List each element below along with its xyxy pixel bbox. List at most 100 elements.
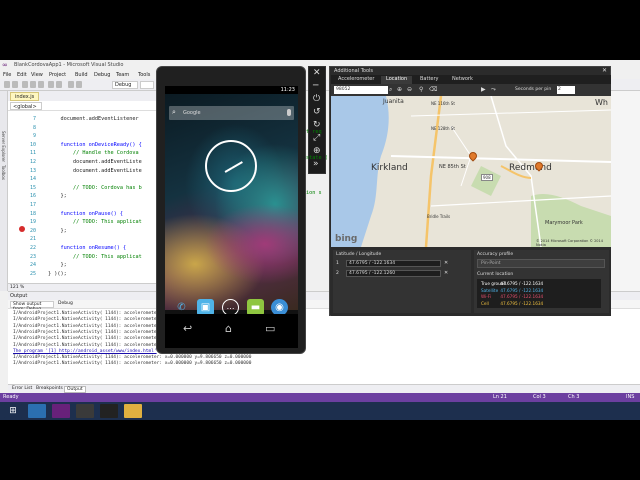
windows-taskbar: ⊞: [0, 402, 640, 420]
line-number: 22: [29, 245, 36, 251]
location-source: Cell: [481, 300, 489, 306]
stop-icon[interactable]: [76, 81, 82, 88]
pin-number: 1: [336, 261, 339, 266]
close-icon[interactable]: ✕: [602, 67, 607, 74]
tab-battery[interactable]: Battery: [415, 76, 444, 84]
code-line-fragment: t req: [306, 129, 322, 135]
tab-accelerometer[interactable]: Accelerometer: [333, 76, 379, 84]
cmd-icon[interactable]: [100, 404, 118, 418]
line-number: 21: [29, 236, 36, 243]
output-source-dropdown[interactable]: Show output from: Debug: [10, 301, 54, 312]
emulator-screen[interactable]: 11:23 ⌕ Google ✆ ▣ ⋯ ▬ ◉ ↩ ⌂ ▭: [165, 86, 298, 348]
pin-coordinates[interactable]: 47.6795 / -122.1260: [346, 270, 441, 277]
platform-dropdown[interactable]: [140, 81, 154, 89]
menu-item-view[interactable]: View: [31, 72, 43, 78]
more-tools-icon[interactable]: »: [313, 160, 319, 169]
analog-clock-widget[interactable]: [205, 140, 257, 192]
play-icon[interactable]: ▶: [481, 86, 486, 93]
accuracy-profile-dropdown[interactable]: Pin-Point: [477, 259, 605, 268]
clear-pins-icon[interactable]: ⌫: [429, 86, 437, 93]
doc-tab-index-js[interactable]: index.js: [10, 92, 40, 101]
search-icon[interactable]: ⌕: [389, 86, 392, 94]
remove-pin-icon[interactable]: ✕: [444, 260, 448, 266]
line-number: 10: [29, 141, 36, 148]
config-dropdown[interactable]: Debug: [112, 81, 138, 89]
map-view[interactable]: Juanita NE 116th St Kirkland NE 85th St …: [331, 96, 611, 247]
location-search-input[interactable]: 98052: [334, 86, 388, 94]
pin-coordinates[interactable]: 47.6795 / -122.1634: [346, 260, 441, 267]
zoom-out-icon[interactable]: ⊖: [407, 86, 412, 93]
code-line: document.addEventListe: [48, 167, 142, 174]
minimize-icon[interactable]: ─: [313, 82, 318, 91]
menu-item-tools[interactable]: Tools: [138, 72, 150, 78]
continue-icon[interactable]: [68, 81, 74, 88]
code-editor[interactable]: 7 8 9 10 11 12 13 14 15 16 17 18 19 20 21 22 23 24 25 docu…: [8, 111, 158, 283]
fit-screen-icon[interactable]: ⤢: [313, 134, 320, 143]
close-icon[interactable]: ✕: [313, 69, 321, 78]
map-label: Redmond: [509, 163, 552, 173]
location-value: 47.6795 / -122.1634: [499, 300, 544, 306]
recents-key-icon[interactable]: ▭: [265, 322, 275, 335]
emulator-icon[interactable]: [76, 404, 94, 418]
tab-error-list[interactable]: Error List: [10, 386, 34, 391]
pins-panel: Latitude / Longitude 1 47.6795 / -122.163…: [333, 250, 471, 313]
forward-icon[interactable]: [12, 81, 18, 88]
back-icon[interactable]: [4, 81, 10, 88]
tab-network[interactable]: Network: [447, 76, 478, 84]
accuracy-header: Accuracy profile: [477, 252, 514, 257]
line-number: 25: [29, 270, 36, 277]
code-line-fragment: state (: [306, 155, 328, 161]
wallpaper: ⌕ Google ✆ ▣ ⋯ ▬ ◉: [165, 94, 298, 316]
menu-item-build[interactable]: Build: [75, 72, 88, 78]
menu-item-debug[interactable]: Debug: [94, 72, 110, 78]
tab-location[interactable]: Location: [381, 76, 413, 84]
explorer-icon[interactable]: [124, 404, 142, 418]
output-link[interactable]: The program '[1] http://android_asset/ww…: [13, 349, 157, 354]
rotate-left-icon[interactable]: ↺: [313, 108, 321, 117]
location-toolbar: 98052 ⌕ ⊕ ⊖ ⚲ ⌫ ▶ ⤳ Seconds per pin 2: [331, 84, 611, 96]
visual-studio-icon[interactable]: [52, 404, 70, 418]
remove-pin-icon[interactable]: ✕: [444, 270, 448, 276]
document-tabs: index.js: [8, 91, 158, 101]
zoom-level[interactable]: 121 %: [10, 285, 24, 290]
code-line: document.addEventListener: [48, 116, 139, 122]
power-icon[interactable]: ⏻: [313, 95, 320, 104]
menu-item-edit[interactable]: Edit: [17, 72, 27, 78]
back-key-icon[interactable]: ↩: [183, 322, 192, 335]
code-line: };: [48, 193, 67, 200]
open-file-icon[interactable]: [30, 81, 36, 88]
undo-icon[interactable]: [48, 81, 54, 88]
breakpoint-icon[interactable]: [19, 226, 25, 232]
map-label: 908: [481, 174, 493, 181]
android-nav-bar: ↩ ⌂ ▭: [165, 314, 298, 348]
microphone-icon[interactable]: [287, 109, 291, 116]
menu-item-file[interactable]: File: [3, 72, 11, 78]
seconds-per-pin-input[interactable]: 2: [557, 86, 575, 94]
route-icon[interactable]: ⤳: [491, 86, 496, 94]
menu-item-project[interactable]: Project: [49, 72, 66, 78]
map-label: Kirkland: [371, 163, 408, 173]
start-icon[interactable]: ⊞: [4, 404, 22, 418]
new-project-icon[interactable]: [22, 81, 28, 88]
map-label: NE 116th St: [431, 101, 455, 106]
code-line: function onDeviceReady() {: [48, 141, 142, 148]
output-source-value: Debug: [58, 301, 73, 306]
output-text[interactable]: I/AndroidProject1.NativeActivity( 1144):…: [8, 309, 640, 384]
ie-icon[interactable]: [28, 404, 46, 418]
toolbox-tab[interactable]: Toolbox: [1, 165, 6, 180]
current-location-box: True ground 47.6795 / -122.1634 Satellite…: [477, 279, 601, 308]
tab-breakpoints[interactable]: Breakpoints: [34, 386, 65, 391]
google-search-bar[interactable]: ⌕ Google: [169, 106, 294, 120]
tab-output[interactable]: Output: [64, 386, 86, 393]
home-key-icon[interactable]: ⌂: [225, 322, 232, 335]
menu-item-team[interactable]: Team: [116, 72, 129, 78]
location-source: True ground: [481, 281, 507, 286]
redo-icon[interactable]: [56, 81, 62, 88]
seconds-per-pin-label: Seconds per pin: [515, 87, 552, 92]
zoom-in-icon[interactable]: ⊕: [397, 86, 402, 93]
save-icon[interactable]: [38, 81, 44, 88]
server-explorer-tab[interactable]: Server Explorer: [1, 131, 6, 162]
pin-icon[interactable]: ⚲: [419, 86, 423, 93]
scope-dropdown[interactable]: <global>: [10, 102, 42, 110]
line-number: 17: [29, 202, 36, 208]
